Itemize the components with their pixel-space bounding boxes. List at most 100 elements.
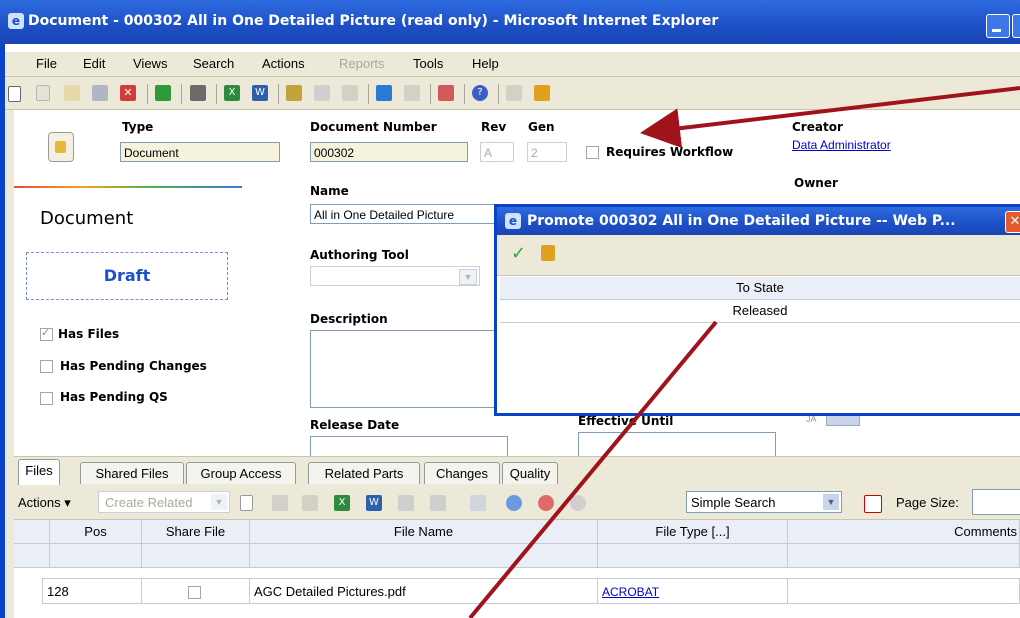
export-excel-icon[interactable]: X: [334, 495, 350, 511]
remove-icon[interactable]: [302, 495, 318, 511]
tab-shared-files[interactable]: Shared Files: [80, 462, 184, 484]
filter-cell[interactable]: [788, 544, 1020, 568]
actions-label: Actions: [18, 495, 61, 510]
gen-field: 2: [527, 142, 567, 162]
exit-icon[interactable]: [534, 85, 550, 101]
create-related-select[interactable]: Create Related ▼: [98, 491, 230, 513]
lock-icon[interactable]: [398, 495, 414, 511]
authoring-tool-label: Authoring Tool: [310, 248, 409, 262]
minimize-button[interactable]: [986, 14, 1010, 38]
cut-icon[interactable]: [272, 495, 288, 511]
has-pending-qs-label: Has Pending QS: [60, 390, 168, 404]
export-excel-icon[interactable]: X: [224, 85, 240, 101]
gen-label: Gen: [528, 120, 555, 134]
description-textarea[interactable]: [310, 330, 498, 408]
promote-icon[interactable]: [376, 85, 392, 101]
release-date-label: Release Date: [310, 418, 400, 432]
audit-icon[interactable]: [404, 85, 420, 101]
unlock-icon[interactable]: [314, 85, 330, 101]
tab-changes[interactable]: Changes: [424, 462, 500, 484]
column-header-pos[interactable]: Pos: [50, 520, 142, 544]
type-field: Document: [120, 142, 280, 162]
cell-file-name[interactable]: AGC Detailed Pictures.pdf: [250, 578, 598, 604]
filter-cell[interactable]: [50, 544, 142, 568]
dialog-title-bar[interactable]: e Promote 000302 All in One Detailed Pic…: [497, 207, 1020, 235]
tab-quality[interactable]: Quality: [502, 462, 558, 484]
menu-bar: File Edit Views Search Actions Reports T…: [0, 52, 1020, 77]
unlock-icon[interactable]: [430, 495, 446, 511]
to-state-column-header: To State: [500, 277, 1020, 300]
find-icon[interactable]: [538, 495, 554, 511]
menu-help[interactable]: Help: [472, 56, 499, 71]
menu-tools[interactable]: Tools: [413, 56, 443, 71]
main-toolbar: ✕ X W ?: [0, 77, 1020, 110]
file-type-link[interactable]: ACROBAT: [602, 585, 659, 599]
checkout-icon[interactable]: [470, 495, 486, 511]
rev-label: Rev: [481, 120, 507, 134]
print-icon[interactable]: [190, 85, 206, 101]
filter-cell[interactable]: [598, 544, 788, 568]
filter-cell[interactable]: [142, 544, 250, 568]
dialog-toolbar: ✓: [497, 235, 1020, 276]
maximize-button[interactable]: [1012, 14, 1020, 38]
delete-icon[interactable]: ✕: [120, 85, 136, 101]
tab-group-access[interactable]: Group Access: [186, 462, 296, 484]
export-word-icon[interactable]: W: [366, 495, 382, 511]
share-icon[interactable]: [506, 85, 522, 101]
name-field[interactable]: All in One Detailed Picture: [310, 204, 500, 224]
share-file-checkbox[interactable]: [188, 586, 201, 599]
release-date-field[interactable]: [310, 436, 508, 457]
undo-icon[interactable]: [342, 85, 358, 101]
menu-actions[interactable]: Actions: [262, 56, 305, 71]
new-file-icon[interactable]: [240, 495, 253, 511]
menu-edit[interactable]: Edit: [83, 56, 105, 71]
column-header-file-name[interactable]: File Name: [250, 520, 598, 544]
name-label: Name: [310, 184, 349, 198]
search-icon[interactable]: [570, 495, 586, 511]
has-files-checkbox: [40, 326, 53, 341]
creator-link[interactable]: Data Administrator: [792, 138, 891, 152]
save-icon[interactable]: [92, 85, 108, 101]
menu-views[interactable]: Views: [133, 56, 167, 71]
new-document-icon[interactable]: [8, 86, 21, 102]
exit-icon[interactable]: [541, 245, 555, 261]
actions-menu[interactable]: Actions ▾: [18, 495, 71, 511]
effective-until-field[interactable]: [578, 432, 776, 457]
page-size-input[interactable]: [972, 489, 1020, 515]
dialog-close-button[interactable]: ✕: [1005, 211, 1020, 233]
rev-field: A: [480, 142, 514, 162]
page-size-label: Page Size:: [896, 495, 959, 510]
sidebar-heading: Document: [40, 208, 134, 229]
window-title: Document - 000302 All in One Detailed Pi…: [28, 13, 719, 29]
help-icon[interactable]: ?: [472, 85, 488, 101]
preview-icon[interactable]: [36, 85, 50, 101]
filter-icon[interactable]: [864, 495, 882, 513]
workflow-icon[interactable]: [438, 85, 454, 101]
tab-strip: Files Shared Files Group Access Related …: [14, 456, 1020, 485]
open-folder-icon[interactable]: [64, 85, 80, 101]
menu-reports[interactable]: Reports: [339, 56, 385, 71]
window-title-bar[interactable]: e Document - 000302 All in One Detailed …: [0, 0, 1020, 44]
lock-icon[interactable]: [286, 85, 302, 101]
column-header-file-type[interactable]: File Type [...]: [598, 520, 788, 544]
filter-cell[interactable]: [250, 544, 598, 568]
column-header-comments[interactable]: Comments: [788, 520, 1020, 544]
tab-files[interactable]: Files: [18, 459, 60, 485]
refresh-icon[interactable]: [155, 85, 171, 101]
search-mode-select[interactable]: Simple Search ▼: [686, 491, 842, 513]
menu-file[interactable]: File: [36, 56, 57, 71]
column-header-share-file[interactable]: Share File: [142, 520, 250, 544]
tab-related-parts[interactable]: Related Parts: [308, 462, 420, 484]
chevron-down-icon: ▼: [459, 269, 477, 285]
checkmark-icon[interactable]: ✓: [511, 243, 526, 264]
view-icon[interactable]: [506, 495, 522, 511]
export-word-icon[interactable]: W: [252, 85, 268, 101]
menu-search[interactable]: Search: [193, 56, 234, 71]
authoring-tool-select[interactable]: ▼: [310, 266, 480, 286]
creator-label: Creator: [792, 120, 843, 134]
window-frame: [5, 110, 14, 618]
to-state-row[interactable]: Released: [500, 300, 1020, 323]
requires-workflow-checkbox[interactable]: [586, 146, 599, 159]
cell-file-type: ACROBAT: [598, 578, 788, 604]
color-separator: [14, 186, 242, 188]
